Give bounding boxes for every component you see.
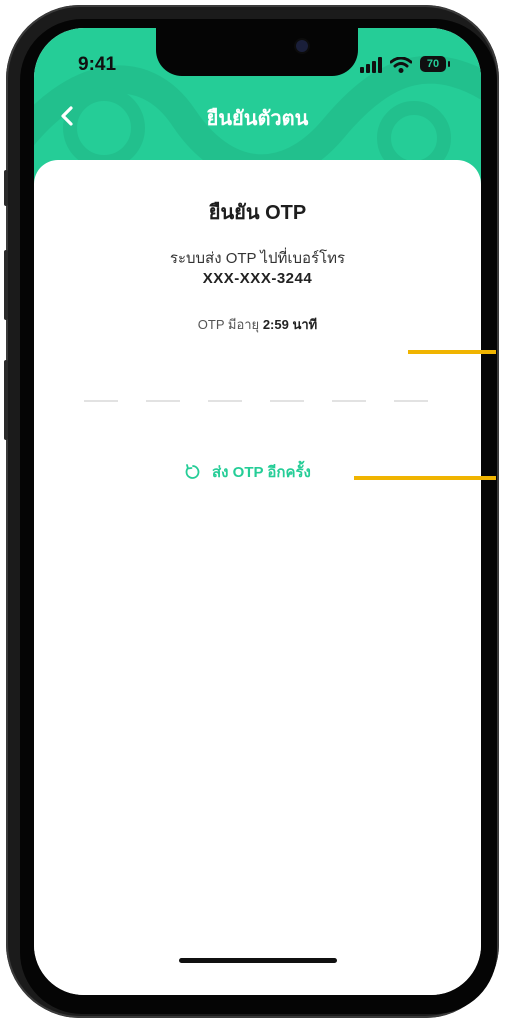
wifi-icon (390, 57, 412, 73)
otp-digit-input[interactable] (146, 400, 180, 402)
home-indicator[interactable] (179, 958, 337, 963)
screen: 9:41 70 ยืนยันตัวตน ยืนยัน OTP ระบบส่ง O… (34, 28, 481, 995)
battery-tip (448, 61, 450, 67)
front-camera (296, 40, 308, 52)
side-button (4, 250, 8, 320)
status-icons: 70 (360, 54, 460, 76)
cellular-signal-icon (360, 57, 382, 73)
phone-number: XXX-XXX-3244 (202, 270, 313, 287)
otp-digit-input[interactable] (270, 400, 304, 402)
otp-input-group (84, 400, 432, 402)
otp-digit-input[interactable] (208, 400, 242, 402)
status-time: 9:41 (78, 54, 117, 75)
otp-digit-input[interactable] (332, 400, 366, 402)
side-button (4, 170, 8, 206)
battery-indicator: 70 (420, 56, 446, 72)
resend-otp-label: ส่ง OTP อีกครั้ง (212, 464, 311, 481)
resend-otp-button[interactable]: ส่ง OTP อีกครั้ง (184, 460, 311, 484)
otp-countdown: 2:59 นาที (262, 317, 318, 332)
otp-expiry-label: OTP มีอายุ (197, 317, 260, 332)
otp-digit-input[interactable] (394, 400, 428, 402)
notch (156, 28, 358, 76)
otp-description: ระบบส่ง OTP ไปที่เบอร์โทร (169, 250, 346, 267)
page-title: ยืนยันตัวตน (206, 108, 309, 130)
annotation-line (354, 476, 496, 480)
side-button (4, 360, 8, 440)
refresh-icon (185, 464, 200, 479)
otp-heading: ยืนยัน OTP (208, 202, 307, 224)
otp-digit-input[interactable] (84, 400, 118, 402)
annotation-line (408, 350, 496, 354)
otp-expiry: OTP มีอายุ 2:59 นาที (34, 314, 481, 335)
